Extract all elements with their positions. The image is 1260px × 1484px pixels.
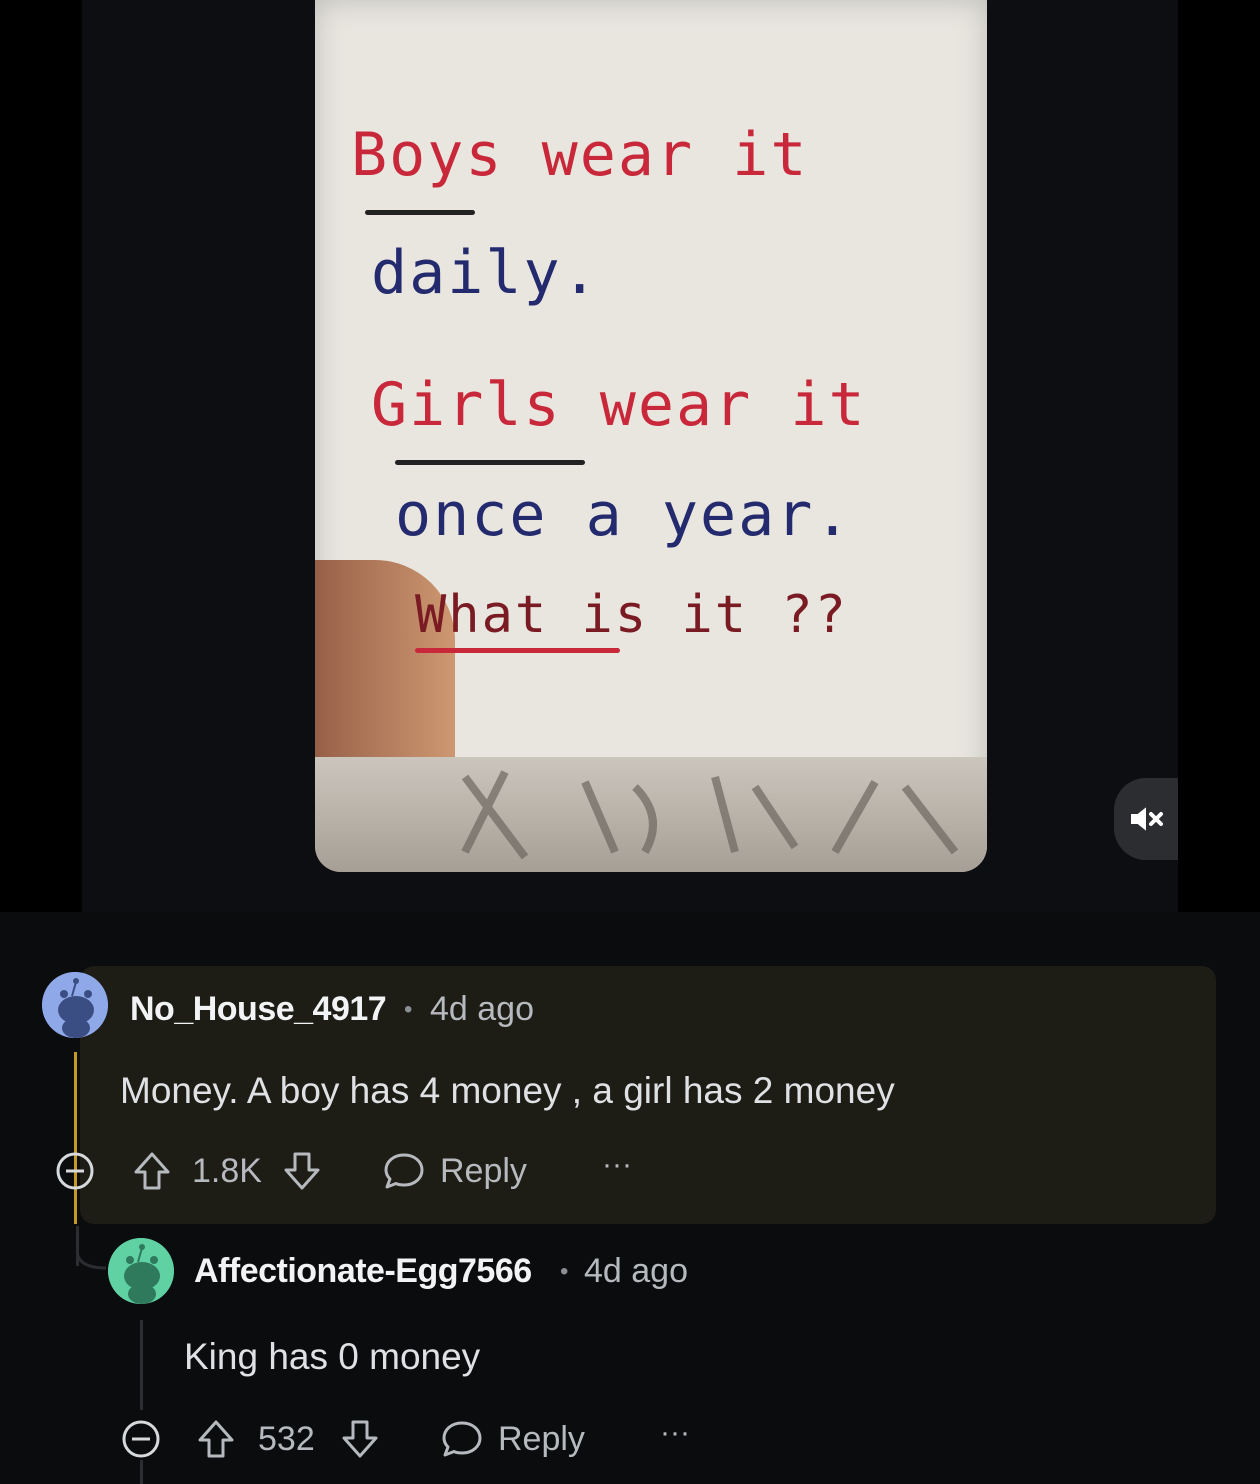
handwritten-card-image: Boys wear it daily. Girls wear it once a…: [315, 0, 987, 872]
collapse-minus-icon: [122, 1420, 160, 1458]
thread-highlight-line: [74, 1052, 77, 1224]
collapse-minus-icon: [56, 1152, 94, 1190]
vote-count: 1.8K: [192, 1152, 262, 1190]
card-line-1: Boys wear it: [351, 120, 809, 190]
mute-button[interactable]: [1114, 778, 1178, 860]
more-options-button[interactable]: ···: [660, 1416, 690, 1450]
collapse-button[interactable]: [120, 1418, 162, 1460]
downvote-button[interactable]: [340, 1418, 380, 1460]
collapse-button[interactable]: [54, 1150, 96, 1192]
speech-bubble-icon: [442, 1421, 482, 1457]
upvote-button[interactable]: [132, 1150, 172, 1192]
thread-line: [140, 1320, 143, 1410]
comment-username[interactable]: Affectionate-Egg7566: [194, 1252, 532, 1291]
thread-line: [140, 1460, 143, 1484]
reply-label: Reply: [440, 1151, 527, 1190]
avatar[interactable]: [42, 972, 108, 1038]
reply-label: Reply: [498, 1419, 585, 1458]
card-line-5: What is it ??: [415, 585, 848, 645]
upvote-arrow-icon: [198, 1420, 234, 1458]
upvote-arrow-icon: [134, 1152, 170, 1190]
more-options-button[interactable]: ···: [602, 1148, 632, 1182]
speech-bubble-icon: [384, 1153, 424, 1189]
meta-separator: •: [560, 1258, 569, 1285]
comment-timestamp: 4d ago: [430, 990, 534, 1028]
underline-boys: [365, 210, 475, 215]
comment-username[interactable]: No_House_4917: [130, 990, 387, 1029]
vote-count: 532: [258, 1420, 315, 1458]
snoo-avatar-icon: [108, 1238, 174, 1304]
speaker-muted-icon: [1131, 807, 1163, 831]
reply-button[interactable]: Reply: [382, 1150, 527, 1192]
meta-separator: •: [404, 996, 413, 1023]
underline-what: [415, 648, 620, 653]
downvote-button[interactable]: [282, 1150, 322, 1192]
card-line-3: Girls wear it: [371, 370, 867, 440]
underline-girls: [395, 460, 585, 465]
reply-button[interactable]: Reply: [440, 1418, 585, 1460]
downvote-arrow-icon: [284, 1152, 320, 1190]
card-line-4: once a year.: [395, 480, 853, 550]
post-media[interactable]: Boys wear it daily. Girls wear it once a…: [0, 0, 1260, 912]
avatar[interactable]: [108, 1238, 174, 1304]
downvote-arrow-icon: [342, 1420, 378, 1458]
comment-timestamp: 4d ago: [584, 1252, 688, 1290]
card-line-2: daily.: [371, 238, 600, 308]
comment-body: King has 0 money: [184, 1336, 481, 1377]
snoo-avatar-icon: [42, 972, 108, 1038]
comment-body: Money. A boy has 4 money , a girl has 2 …: [120, 1070, 895, 1111]
upvote-button[interactable]: [196, 1418, 236, 1460]
card-patterned-surface: [315, 757, 987, 872]
